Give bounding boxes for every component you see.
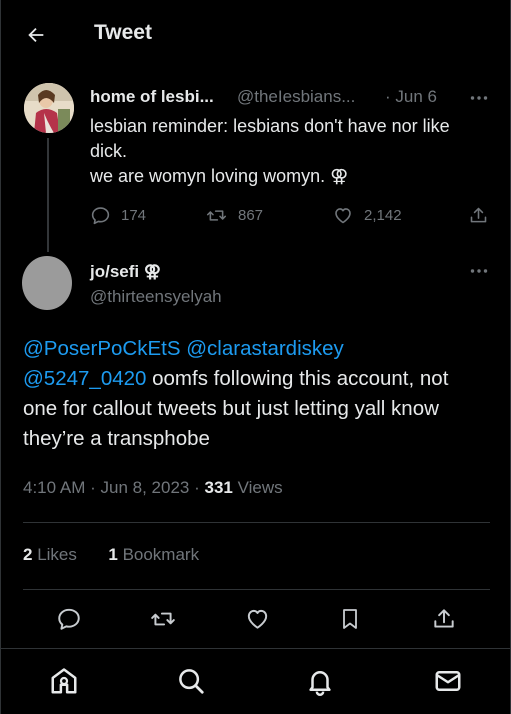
mention-link[interactable]: @5247_0420 [23, 367, 146, 390]
nav-home[interactable] [49, 666, 79, 696]
mention-link[interactable]: @PoserPoCkEtS [23, 337, 181, 360]
reply-count: 174 [121, 207, 147, 224]
more-icon [470, 268, 488, 274]
top-bar: Tweet [1, 0, 511, 66]
tweet-text-line: one for callout tweets but just letting … [23, 397, 439, 420]
search-icon [176, 666, 206, 696]
tweet-meta: 4:10 AM · Jun 8, 2023 · 331 Views [23, 478, 283, 498]
tweet-text-line: we are womyn loving womyn. ⚢ [90, 166, 349, 186]
nav-notifications[interactable] [305, 666, 335, 696]
app-frame: Tweet home of lesbi... @theIesbians... ·… [0, 0, 511, 714]
divider [23, 589, 490, 590]
likes-label: Likes [37, 545, 77, 564]
parent-tweet-text: lesbian reminder: lesbians don't have no… [90, 114, 490, 189]
tweet-date[interactable]: Jun 8, 2023 [101, 478, 190, 497]
bookmarks-label: Bookmark [122, 545, 200, 564]
author-handle[interactable]: @theIesbians... [237, 87, 355, 107]
separator: · [194, 478, 205, 497]
mention-link[interactable]: @clarastardiskey [186, 337, 344, 360]
bell-icon [305, 666, 335, 696]
tweet-date[interactable]: · Jun 6 [385, 87, 437, 107]
bookmarks-count: 1 [108, 545, 118, 564]
bookmarks-stat[interactable]: 1 Bookmark [108, 545, 199, 564]
tweet-text-line: @PoserPoCkEtS @clarastardiskey [23, 334, 498, 364]
bookmark-icon [338, 606, 362, 632]
tweet-text-line: they’re a transphobe [23, 427, 210, 450]
likes-count: 2 [23, 545, 33, 564]
divider [23, 522, 490, 523]
retweet-button[interactable] [148, 604, 178, 634]
like-button[interactable] [242, 604, 272, 634]
tweet-text-line: lesbian reminder: lesbians don't have no… [90, 116, 450, 136]
share-button[interactable] [468, 205, 499, 226]
views-count: 331 [204, 478, 233, 497]
more-button[interactable] [467, 261, 491, 281]
retweet-icon [149, 606, 177, 632]
reply-icon [56, 606, 82, 632]
separator: · [90, 478, 101, 497]
retweet-icon [205, 205, 238, 226]
views-label: Views [237, 478, 283, 497]
nav-search[interactable] [176, 666, 206, 696]
retweet-button[interactable]: 867 [205, 205, 263, 226]
mail-icon [433, 666, 463, 696]
more-icon [470, 95, 488, 101]
tweet-text-line: dick. [90, 141, 128, 161]
heart-icon [332, 205, 364, 226]
share-icon [468, 205, 499, 226]
tweet-text: @PoserPoCkEtS @clarastardiskey @5247_042… [23, 334, 498, 454]
avatar[interactable] [24, 83, 74, 133]
avatar[interactable] [22, 256, 72, 310]
share-button[interactable] [429, 604, 459, 634]
arrow-left-icon [25, 24, 47, 46]
reply-button[interactable]: 174 [90, 205, 146, 226]
retweet-count: 867 [238, 207, 264, 224]
reply-icon [90, 205, 121, 226]
engagement-stats: 2 Likes 1 Bookmark [23, 545, 199, 565]
like-button[interactable]: 2,142 [332, 205, 402, 226]
author-handle[interactable]: @thirteensyelyah [90, 287, 222, 307]
tweet-text-fragment: oomfs following this account, not [146, 367, 449, 390]
like-count: 2,142 [364, 207, 402, 224]
page-title: Tweet [94, 21, 152, 44]
more-button[interactable] [467, 88, 491, 108]
author-name[interactable]: jo/sefi ⚢ [90, 262, 161, 282]
share-icon [431, 606, 457, 632]
bookmark-button[interactable] [335, 604, 365, 634]
bottom-navigation [1, 648, 511, 714]
heart-icon [244, 606, 271, 632]
tweet-text-line: @5247_0420 oomfs following this account,… [23, 364, 498, 394]
author-name[interactable]: home of lesbi... [90, 87, 214, 107]
nav-messages[interactable] [433, 666, 463, 696]
home-icon [49, 666, 79, 696]
thread-line [47, 138, 49, 252]
tweet-time[interactable]: 4:10 AM [23, 478, 85, 497]
likes-stat[interactable]: 2 Likes [23, 545, 77, 564]
back-button[interactable] [21, 20, 51, 50]
parent-tweet-header: home of lesbi... @theIesbians... · Jun 6 [90, 86, 500, 108]
reply-button[interactable] [54, 604, 84, 634]
